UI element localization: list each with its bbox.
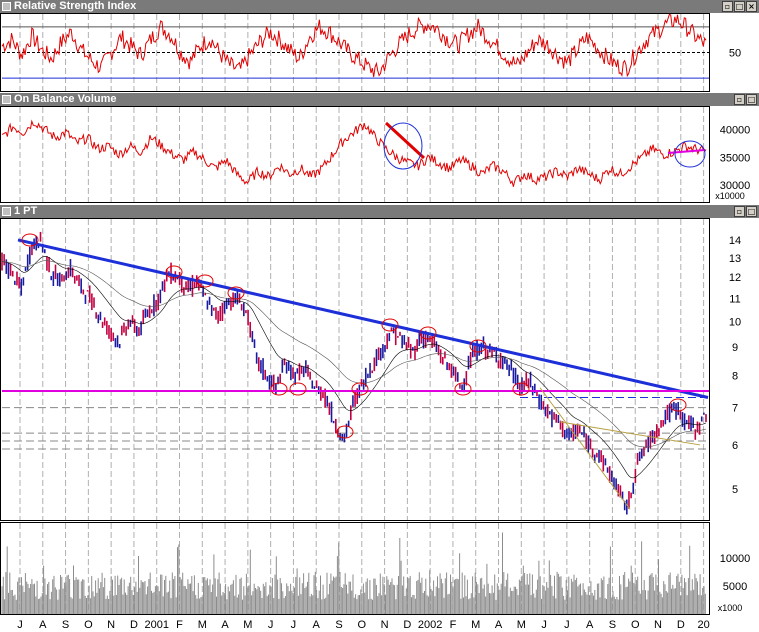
price-plot-frame	[0, 218, 710, 521]
x-tick-label: A	[586, 619, 594, 631]
obv-unit-label: x10000	[715, 191, 745, 201]
x-tick-label: O	[358, 619, 367, 631]
x-tick-label: J	[541, 619, 547, 631]
x-tick-label: F	[176, 619, 183, 631]
price-y-tick-label: 5	[732, 484, 738, 496]
y-axis-labels: 50400003500030000x1000014131211109876510…	[715, 48, 750, 614]
obv-highlight-circle	[383, 122, 423, 170]
volume-y-tick-label: 10000	[720, 553, 751, 565]
x-tick-label: D	[677, 619, 685, 631]
x-tick-label: N	[654, 619, 662, 631]
obv-highlight-circle	[674, 140, 706, 168]
vertical-gridlines	[19, 14, 705, 614]
x-tick-label: D	[403, 619, 411, 631]
rsi-plot	[1, 13, 709, 79]
x-tick-label: A	[221, 619, 229, 631]
x-tick-label: N	[107, 619, 115, 631]
series-line	[1, 13, 707, 78]
x-tick-label: J	[17, 619, 23, 631]
series-line	[1, 119, 707, 187]
x-tick-label: M	[517, 619, 526, 631]
price-y-tick-label: 12	[729, 272, 741, 284]
volume-plot	[1, 532, 706, 614]
price-y-tick-label: 9	[732, 342, 738, 354]
x-tick-label: 2002	[418, 619, 442, 631]
x-tick-label: J	[564, 619, 570, 631]
moving-average-long	[1, 260, 707, 448]
x-tick-label: S	[609, 619, 616, 631]
x-tick-label: S	[335, 619, 342, 631]
x-tick-label: O	[84, 619, 93, 631]
price-y-tick-label: 7	[732, 403, 738, 415]
volume-y-tick-label: 5000	[723, 581, 747, 593]
x-tick-label: A	[495, 619, 503, 631]
pattern-circle	[289, 382, 307, 396]
x-tick-label: N	[381, 619, 389, 631]
x-tick-label: M	[198, 619, 207, 631]
rsi-y-tick-label: 50	[729, 48, 741, 60]
price-y-tick-label: 13	[729, 253, 741, 265]
panel-frames	[0, 13, 710, 615]
x-tick-label: M	[243, 619, 252, 631]
volume-unit-label: x1000	[718, 603, 743, 613]
obv-plot-frame	[0, 106, 710, 203]
price-y-tick-label: 10	[729, 316, 741, 328]
x-tick-label: J	[268, 619, 274, 631]
x-tick-label: J	[291, 619, 297, 631]
obv-y-tick-label: 40000	[720, 124, 751, 136]
pattern-circle	[454, 382, 472, 396]
channel-line	[539, 387, 631, 510]
x-tick-label: M	[471, 619, 480, 631]
price-y-tick-label: 8	[732, 370, 738, 382]
x-tick-label: F	[450, 619, 457, 631]
x-tick-label: D	[130, 619, 138, 631]
x-axis: J A S O N D 2001 F M A M J J A S O N D 2002 F M A M J J A S O N D 20	[17, 619, 709, 631]
chart-window: Relative Strength Index ▫ □ × On Balance…	[0, 0, 759, 632]
x-tick-label: 20	[697, 619, 709, 631]
x-tick-label: A	[313, 619, 321, 631]
x-tick-label: 2001	[144, 619, 168, 631]
x-tick-label: A	[39, 619, 47, 631]
price-y-tick-label: 14	[729, 235, 741, 247]
price-plot	[1, 231, 709, 515]
x-tick-label: O	[631, 619, 640, 631]
stock-chart: J A S O N D 2001 F M A M J J A S O N D 2002 F M A M J J A S O N D 20 5…	[0, 13, 750, 631]
price-y-tick-label: 11	[729, 293, 740, 305]
obv-y-tick-label: 35000	[720, 152, 751, 164]
moving-average-short	[1, 255, 707, 479]
x-tick-label: S	[62, 619, 69, 631]
obv-plot	[1, 119, 707, 187]
price-y-tick-label: 6	[732, 440, 738, 452]
